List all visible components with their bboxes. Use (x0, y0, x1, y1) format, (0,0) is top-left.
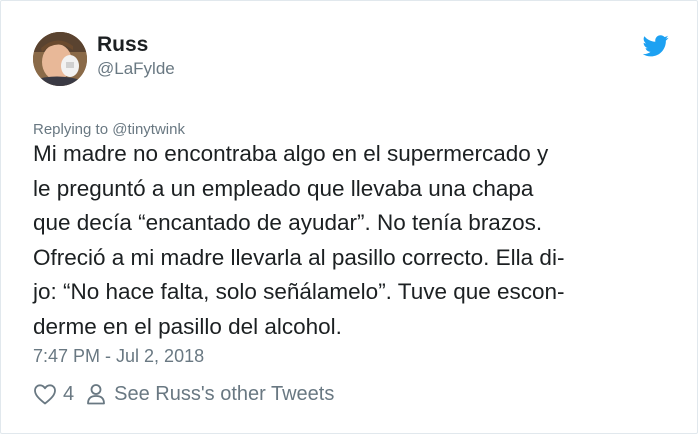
author-name[interactable]: Russ (97, 32, 148, 58)
other-tweets-link[interactable]: See Russ's other Tweets (114, 381, 334, 407)
author-handle[interactable]: @LaFylde (97, 58, 175, 80)
like-count[interactable]: 4 (63, 381, 74, 407)
avatar-photo (33, 32, 87, 86)
avatar[interactable] (33, 32, 87, 86)
tweet-card: Russ @LaFylde Replying to @tinytwink Mi … (0, 0, 698, 434)
tweet-actions: 4 See Russ's other Tweets (33, 381, 334, 407)
person-icon (87, 384, 106, 405)
heart-icon[interactable] (33, 383, 57, 405)
tweet-timestamp[interactable]: 7:47 PM - Jul 2, 2018 (33, 345, 204, 367)
tweet-text: Mi madre no encontraba algo en el superm… (33, 141, 565, 339)
twitter-bird-icon[interactable] (643, 35, 669, 57)
